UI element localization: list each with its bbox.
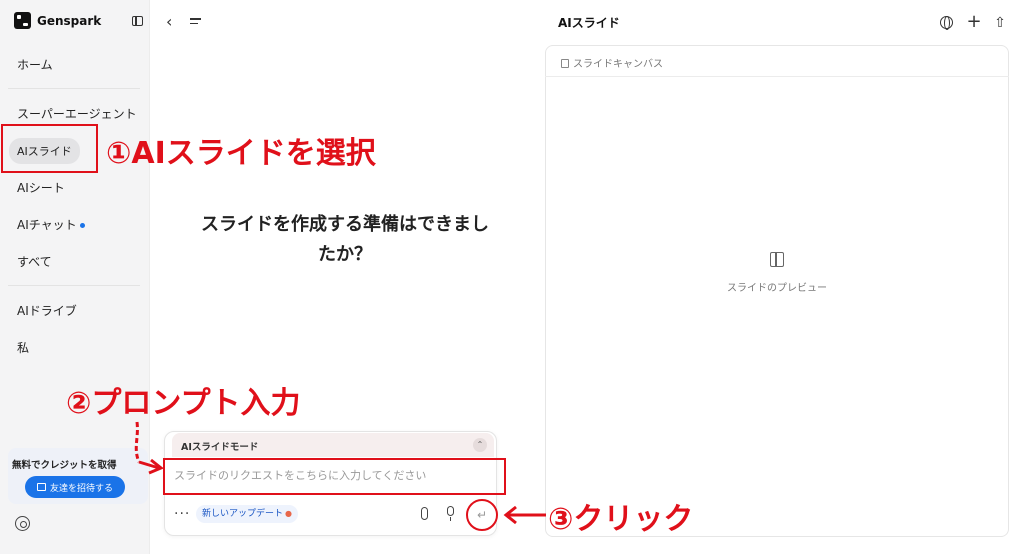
sidebar-item-me[interactable]: 私 [17, 339, 29, 356]
invite-friends-button[interactable]: 友達を招待する [25, 476, 125, 498]
credit-title: 無料でクレジットを取得 [12, 460, 117, 471]
sidebar-item-ai-drive[interactable]: AIドライブ [17, 302, 77, 319]
new-indicator-dot [79, 223, 85, 228]
sidebar-item-ai-sheets[interactable]: AIシート [17, 179, 65, 196]
mode-label: AIスライドモード [181, 442, 259, 453]
globe-icon[interactable] [940, 16, 953, 30]
page-title: AIスライド [558, 16, 620, 30]
microphone-icon[interactable] [447, 506, 454, 521]
slide-icon [561, 59, 569, 68]
menu-icon[interactable] [190, 18, 201, 27]
attach-icon[interactable] [421, 507, 428, 520]
canvas-title-text: スライドキャンバス [573, 59, 663, 70]
gift-icon [36, 483, 46, 491]
canvas-title: スライドキャンバス [561, 55, 663, 70]
sidebar-collapse-icon[interactable] [132, 16, 143, 26]
invite-label: 友達を招待する [49, 483, 113, 494]
sidebar-divider [8, 285, 140, 286]
settings-icon[interactable] [15, 516, 30, 531]
annotation-arrow-left [503, 505, 546, 525]
update-label: 新しいアップデート [202, 509, 284, 519]
annotation-circle-send [466, 499, 498, 531]
new-update-chip[interactable]: 新しいアップデート ● [196, 505, 298, 523]
preview-label: スライドのプレビュー [727, 283, 827, 294]
sidebar-item-label: AIチャット [17, 218, 77, 232]
chevron-up-icon[interactable]: ⌃ [473, 438, 487, 452]
sidebar-item-home[interactable]: ホーム [17, 56, 53, 73]
sidebar-item-all[interactable]: すべて [17, 253, 52, 270]
main-headline: スライドを作成する準備はできまし たか？ [160, 210, 530, 270]
more-icon[interactable]: ··· [174, 506, 190, 522]
share-icon[interactable]: ⇧ [992, 15, 1008, 31]
brand-name: Genspark [37, 13, 102, 28]
genspark-logo-icon [14, 12, 31, 29]
headline-line-1: スライドを作成する準備はできまし [201, 214, 489, 235]
annotation-step3: ③クリック [548, 502, 694, 537]
annotation-box-ai-slides [1, 124, 98, 173]
brand[interactable]: Genspark [14, 12, 101, 29]
headline-line-2: たか？ [318, 244, 372, 265]
annotation-step2: ②プロンプト入力 [66, 386, 301, 421]
sidebar-item-super-agent[interactable]: スーパーエージェント [17, 105, 137, 122]
sidebar-divider [8, 88, 140, 89]
annotation-box-prompt [163, 458, 506, 495]
annotation-step1: ①AIスライドを選択 [106, 136, 376, 171]
back-icon[interactable]: ‹ [166, 14, 172, 30]
plus-icon[interactable]: + [966, 13, 982, 31]
sidebar-item-ai-chat[interactable]: AIチャット [17, 216, 85, 233]
slide-preview-icon [770, 252, 784, 267]
fire-icon: ● [285, 509, 292, 518]
